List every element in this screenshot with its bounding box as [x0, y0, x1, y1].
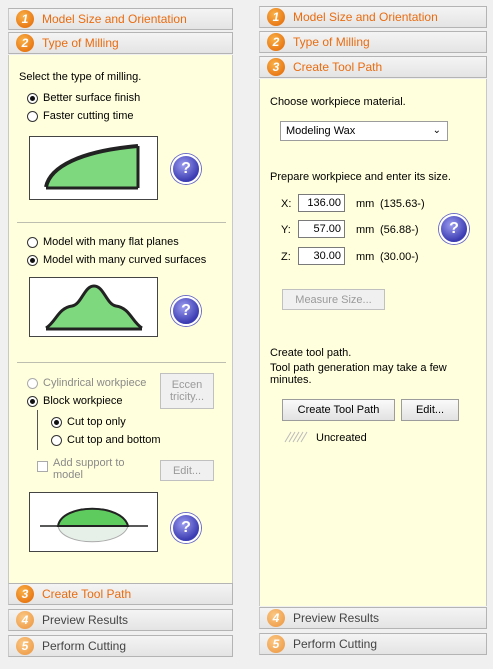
- better-finish-label[interactable]: Better surface finish: [43, 92, 140, 104]
- eccentricity-button-label: Eccen tricity...: [169, 379, 204, 403]
- faster-cutting-radio[interactable]: [27, 111, 38, 122]
- create-tool-path-button[interactable]: Create Tool Path: [282, 399, 395, 421]
- x-size-field[interactable]: 136.00: [298, 194, 345, 212]
- z-unit: mm: [356, 251, 375, 263]
- right-toolpath-content: Choose workpiece material. Modeling Wax …: [259, 79, 487, 606]
- right-step-4-preview-results[interactable]: 4 Preview Results: [259, 607, 487, 629]
- step-label: Model Size and Orientation: [293, 10, 438, 24]
- step-number-icon: 2: [16, 34, 34, 52]
- block-workpiece-radio[interactable]: [27, 396, 38, 407]
- flat-planes-label[interactable]: Model with many flat planes: [43, 236, 179, 248]
- create-tool-path-label: Create Tool Path: [297, 404, 380, 416]
- right-step-5-perform-cutting[interactable]: 5 Perform Cutting: [259, 633, 487, 655]
- step-label: Preview Results: [293, 611, 380, 625]
- help-icon[interactable]: ?: [171, 296, 201, 326]
- y-model-size: (56.88-): [380, 224, 419, 236]
- y-size-field[interactable]: 57.00: [298, 220, 345, 238]
- divider: [17, 362, 226, 363]
- left-step-2-type-of-milling[interactable]: 2 Type of Milling: [8, 32, 233, 54]
- step-label: Preview Results: [42, 613, 129, 627]
- workpiece-illustration: [29, 492, 158, 552]
- right-step-3-create-tool-path[interactable]: 3 Create Tool Path: [259, 56, 487, 78]
- right-step-1-model-size[interactable]: 1 Model Size and Orientation: [259, 6, 487, 28]
- toolpath-prompt: Create tool path.: [270, 347, 352, 359]
- step-label: Type of Milling: [293, 35, 370, 49]
- eccentricity-button[interactable]: Eccen tricity...: [160, 373, 214, 409]
- step-number-icon: 4: [16, 611, 34, 629]
- help-icon[interactable]: ?: [171, 154, 201, 184]
- x-unit: mm: [356, 198, 375, 210]
- right-step-2-type-of-milling[interactable]: 2 Type of Milling: [259, 31, 487, 53]
- cut-top-only-label[interactable]: Cut top only: [67, 416, 126, 428]
- edit-button[interactable]: Edit...: [401, 399, 459, 421]
- help-icon[interactable]: ?: [439, 214, 469, 244]
- x-model-size: (135.63-): [380, 198, 425, 210]
- flat-planes-radio[interactable]: [27, 237, 38, 248]
- material-select[interactable]: Modeling Wax ⌄: [280, 121, 448, 141]
- left-step-3-create-tool-path[interactable]: 3 Create Tool Path: [8, 583, 233, 605]
- step-label: Create Tool Path: [293, 60, 383, 74]
- z-size-field[interactable]: 30.00: [298, 247, 345, 265]
- step-number-icon: 1: [16, 10, 34, 28]
- edit-button-label: Edit...: [415, 404, 445, 416]
- x-axis-label: X:: [281, 198, 292, 210]
- support-edit-button[interactable]: Edit...: [160, 460, 214, 481]
- cylindrical-workpiece-radio[interactable]: [27, 378, 38, 389]
- step-label: Perform Cutting: [42, 639, 127, 653]
- panel-separator: [243, 0, 258, 669]
- measure-size-label: Measure Size...: [295, 293, 372, 306]
- material-select-value: Modeling Wax: [286, 125, 356, 137]
- step-number-icon: 3: [267, 58, 285, 76]
- toolpath-status-icon: [284, 431, 310, 446]
- step-label: Model Size and Orientation: [42, 12, 187, 26]
- add-support-label[interactable]: Add support to model: [53, 457, 133, 481]
- surface-illustration: [29, 277, 158, 337]
- z-axis-label: Z:: [281, 251, 291, 263]
- z-model-size: (30.00-): [380, 251, 419, 263]
- left-step-1-model-size[interactable]: 1 Model Size and Orientation: [8, 8, 233, 30]
- support-edit-label: Edit...: [172, 464, 202, 477]
- block-cut-image: [40, 507, 148, 543]
- step-label: Create Tool Path: [42, 587, 132, 601]
- divider: [17, 222, 226, 223]
- left-step-5-perform-cutting[interactable]: 5 Perform Cutting: [8, 635, 233, 657]
- curved-surface-image: [44, 144, 140, 190]
- step-number-icon: 3: [16, 585, 34, 603]
- add-support-checkbox[interactable]: [37, 461, 48, 472]
- better-finish-radio[interactable]: [27, 93, 38, 104]
- cut-top-only-radio[interactable]: [51, 417, 62, 428]
- y-axis-label: Y:: [281, 224, 291, 236]
- left-panel: 1 Model Size and Orientation 2 Type of M…: [0, 0, 243, 669]
- faster-cutting-label[interactable]: Faster cutting time: [43, 110, 133, 122]
- measure-size-button[interactable]: Measure Size...: [282, 289, 385, 310]
- material-prompt: Choose workpiece material.: [270, 96, 406, 108]
- step-number-icon: 5: [267, 635, 285, 653]
- right-panel: 1 Model Size and Orientation 2 Type of M…: [258, 0, 493, 669]
- block-workpiece-label[interactable]: Block workpiece: [43, 395, 122, 407]
- toolpath-status: Uncreated: [316, 432, 367, 444]
- left-step-4-preview-results[interactable]: 4 Preview Results: [8, 609, 233, 631]
- step-number-icon: 1: [267, 8, 285, 26]
- bump-surface-image: [45, 284, 143, 331]
- help-icon[interactable]: ?: [171, 513, 201, 543]
- cut-top-bottom-radio[interactable]: [51, 435, 62, 446]
- toolpath-time-note: Tool path generation may take a few minu…: [270, 362, 447, 386]
- step-number-icon: 2: [267, 33, 285, 51]
- cylindrical-workpiece-label[interactable]: Cylindrical workpiece: [43, 377, 146, 389]
- finish-illustration: [29, 136, 158, 200]
- left-milling-content: Select the type of milling. Better surfa…: [8, 55, 233, 583]
- milling-prompt: Select the type of milling.: [19, 71, 142, 83]
- y-unit: mm: [356, 224, 375, 236]
- chevron-down-icon: ⌄: [432, 125, 441, 136]
- step-label: Perform Cutting: [293, 637, 378, 651]
- step-number-icon: 5: [16, 637, 34, 655]
- cut-top-bottom-label[interactable]: Cut top and bottom: [67, 434, 161, 446]
- size-prompt: Prepare workpiece and enter its size.: [270, 171, 451, 183]
- step-label: Type of Milling: [42, 36, 119, 50]
- step-number-icon: 4: [267, 609, 285, 627]
- curved-surfaces-label[interactable]: Model with many curved surfaces: [43, 254, 206, 266]
- curved-surfaces-radio[interactable]: [27, 255, 38, 266]
